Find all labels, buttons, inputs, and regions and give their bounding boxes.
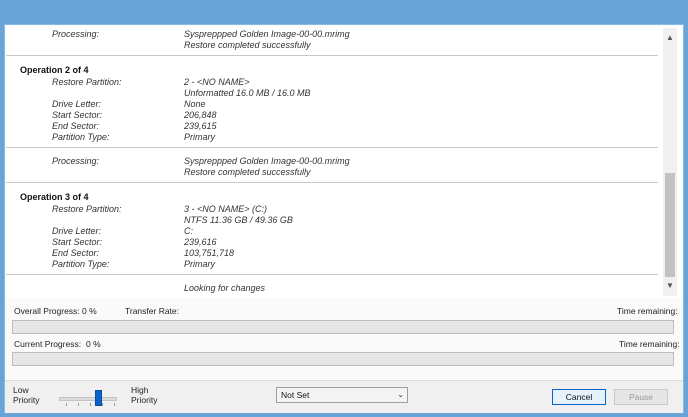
op3-status-text: Looking for changes xyxy=(184,283,266,293)
priority-slider-thumb[interactable] xyxy=(94,390,102,406)
op3-restore-value: 3 - <NO NAME> (C:) xyxy=(184,204,268,214)
op3-restore-label: Restore Partition: xyxy=(52,204,122,214)
low-priority-label: Low Priority xyxy=(13,385,39,405)
low-priority-label-line1: Low xyxy=(13,385,29,395)
op2-start-value: 206,848 xyxy=(184,110,217,120)
current-time-remaining-label: Time remaining: xyxy=(619,339,680,349)
op2-restore-detail: Unformatted 16.0 MB / 16.0 MB xyxy=(184,88,311,98)
op3-drive-label: Drive Letter: xyxy=(52,226,102,236)
operation-2-heading: Operation 2 of 4 xyxy=(20,65,89,75)
priority-select-value: Not Set xyxy=(281,390,310,400)
log-processing-value: Syspreppped Golden Image-00-00.mrimg xyxy=(184,29,350,39)
title-bar[interactable] xyxy=(0,0,688,24)
footer-bar: Low Priority High Priority Not Set ⌄ Can… xyxy=(5,380,683,413)
log-separator xyxy=(6,274,658,275)
chevron-down-icon[interactable]: ▼ xyxy=(663,280,677,292)
transfer-rate-label: Transfer Rate: xyxy=(125,306,180,316)
log-separator xyxy=(6,55,658,56)
op2-processing-label: Processing: xyxy=(52,156,100,166)
high-priority-label-line1: High xyxy=(131,385,149,395)
op2-restore-value: 2 - <NO NAME> xyxy=(184,77,250,87)
scroll-thumb[interactable] xyxy=(665,173,675,277)
restore-log-panel[interactable]: Processing: Syspreppped Golden Image-00-… xyxy=(6,26,682,298)
op2-processing-value: Syspreppped Golden Image-00-00.mrimg xyxy=(184,156,350,166)
op2-type-label: Partition Type: xyxy=(52,132,110,142)
pause-button[interactable]: Pause xyxy=(614,389,668,405)
op2-start-label: Start Sector: xyxy=(52,110,103,120)
operation-3-heading: Operation 3 of 4 xyxy=(20,192,89,202)
op3-end-label: End Sector: xyxy=(52,248,100,258)
op3-drive-value: C: xyxy=(184,226,193,236)
op2-status-text: Restore completed successfully xyxy=(184,167,311,177)
op3-type-value: Primary xyxy=(184,259,215,269)
op2-end-label: End Sector: xyxy=(52,121,100,131)
slider-tick xyxy=(66,403,67,406)
log-separator xyxy=(6,147,658,148)
op2-type-value: Primary xyxy=(184,132,215,142)
op2-drive-label: Drive Letter: xyxy=(52,99,102,109)
op3-restore-detail: NTFS 11.36 GB / 49.36 GB xyxy=(184,215,293,225)
chevron-up-icon[interactable]: ▲ xyxy=(663,32,677,44)
current-progress-value: 0 % xyxy=(86,339,101,349)
high-priority-label: High Priority xyxy=(131,385,157,405)
cancel-button[interactable]: Cancel xyxy=(552,389,606,405)
overall-time-remaining-label: Time remaining: xyxy=(617,306,678,316)
log-scrollbar[interactable]: ▲ ▼ xyxy=(663,28,677,296)
high-priority-label-line2: Priority xyxy=(131,395,158,405)
op2-restore-label: Restore Partition: xyxy=(52,77,122,87)
op3-start-value: 239,616 xyxy=(184,237,217,247)
priority-slider-track[interactable] xyxy=(59,397,117,406)
slider-tick xyxy=(78,403,79,406)
log-status-text: Restore completed successfully xyxy=(184,40,311,50)
slider-tick xyxy=(114,403,115,406)
log-separator xyxy=(6,182,658,183)
op3-start-label: Start Sector: xyxy=(52,237,103,247)
op3-type-label: Partition Type: xyxy=(52,259,110,269)
slider-tick xyxy=(102,403,103,406)
op3-end-value: 103,751,718 xyxy=(184,248,235,258)
overall-progress-value: 0 % xyxy=(82,306,97,316)
window-client-area: Processing: Syspreppped Golden Image-00-… xyxy=(4,24,684,413)
op2-end-value: 239,615 xyxy=(184,121,217,131)
overall-progress-label: Overall Progress: xyxy=(14,306,80,316)
current-progress-bar xyxy=(12,352,674,366)
log-processing-label: Processing: xyxy=(52,29,100,39)
slider-tick xyxy=(90,403,91,406)
overall-progress-bar xyxy=(12,320,674,334)
chevron-down-icon: ⌄ xyxy=(397,390,404,399)
restore-window: Processing: Syspreppped Golden Image-00-… xyxy=(0,0,688,417)
op2-drive-value: None xyxy=(184,99,206,109)
low-priority-label-line2: Priority xyxy=(13,395,40,405)
priority-select[interactable]: Not Set ⌄ xyxy=(276,387,408,403)
current-progress-label: Current Progress: xyxy=(14,339,82,349)
